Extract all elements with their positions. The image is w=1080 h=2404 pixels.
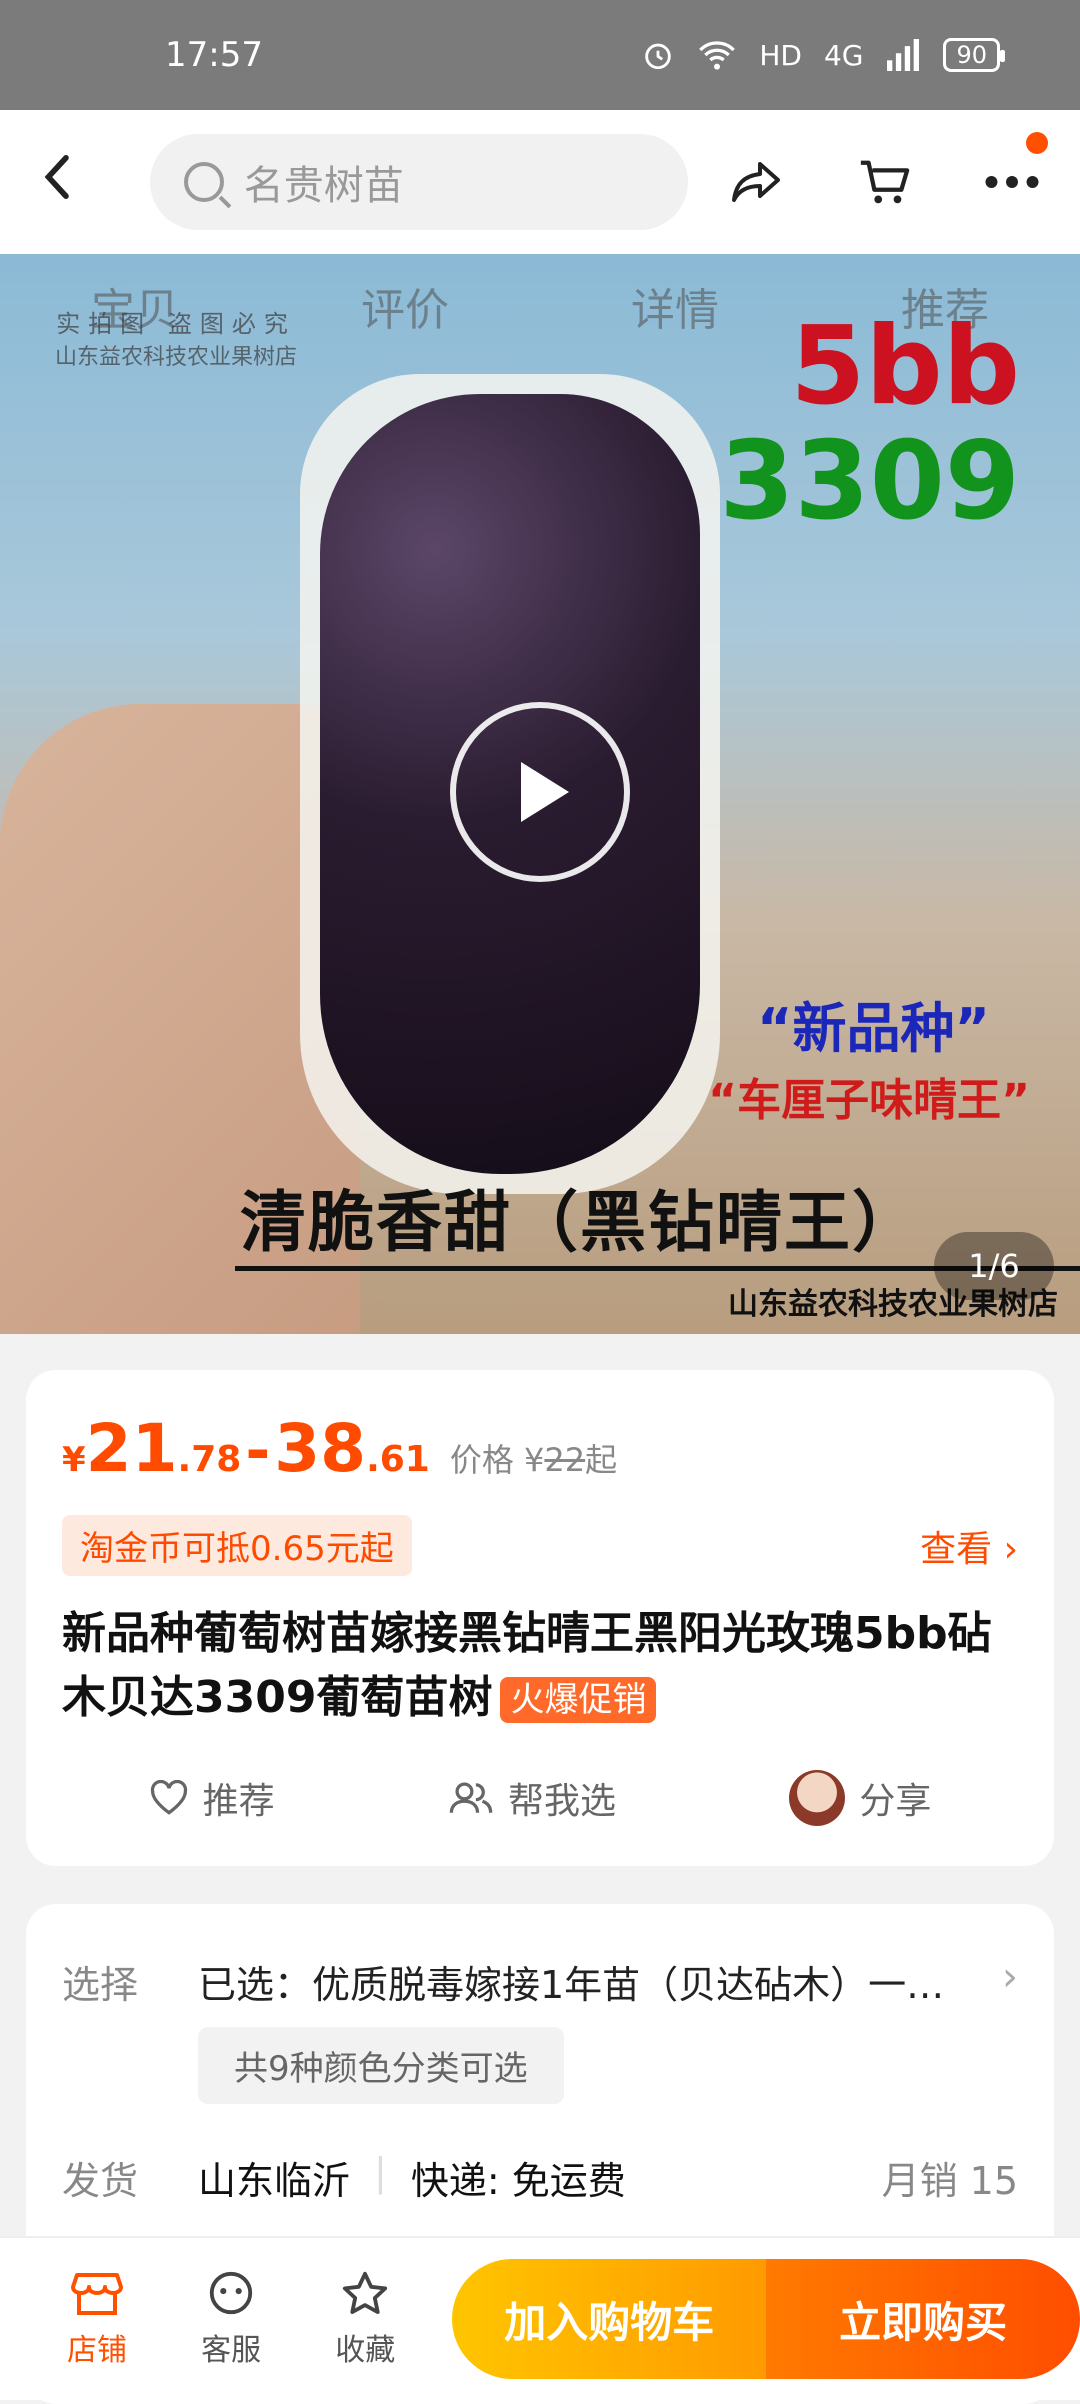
recommend-button[interactable]: 推荐 [149,1770,275,1826]
help-choose-label: 帮我选 [507,1781,616,1822]
search-placeholder: 名贵树苗 [243,163,404,209]
product-info-card: ¥ 21 .78 - 38 .61 价格 ¥22起 淘金币可抵0.65元起 查看… [26,1370,1054,1866]
status-icons: HD 4G 90 [641,38,1005,72]
price-dash: - [245,1416,271,1486]
hero-caption: 清脆香甜（黑钻晴王） [240,1184,920,1261]
chevron-left-icon [44,154,69,199]
status-time: 17:57 [165,35,263,75]
add-to-cart-button[interactable]: 加入购物车 [452,2259,767,2379]
share-label: 分享 [859,1781,932,1822]
monthly-sales: 月销 15 [881,2159,1018,2203]
product-title: 新品种葡萄树苗嫁接黑钻晴王黑阳光玫瑰5bb砧木贝达3309葡萄苗树 火爆促销 [62,1602,1018,1730]
price-row: ¥ 21 .78 - 38 .61 价格 ¥22起 [62,1410,1018,1487]
price-low-int: 21 [85,1410,178,1487]
cart-icon [860,160,910,204]
more-icon [985,176,1039,188]
view-offer-link[interactable]: 查看 › [920,1520,1018,1572]
watermark: 实拍图 盗图必究 山东益农科技农业果树店 [55,304,297,371]
price-high-dec: .61 [366,1439,430,1480]
shop-label: 店铺 [67,2333,128,2368]
hot-sale-badge: 火爆促销 [500,1677,657,1723]
price-low-dec: .78 [177,1439,242,1480]
search-input[interactable]: 名贵树苗 [149,134,688,230]
bottom-action-bar: 店铺 客服 收藏 加入购物车 立即购买 [0,2236,1080,2400]
share-product-button[interactable]: 分享 [789,1770,931,1826]
network-label: 4G [823,38,864,72]
alarm-icon [645,43,672,70]
shop-button[interactable]: 店铺 [30,2269,164,2369]
signal-icon [887,39,920,71]
recommend-label: 推荐 [202,1781,275,1822]
watermark-line1: 实拍图 盗图必究 [56,310,296,338]
play-icon [521,762,569,822]
hero-label-3309: 3309 [719,419,1020,544]
selected-variant: 已选：优质脱毒嫁接1年苗（贝达砧木）一… [198,1963,945,2007]
watermark-line2: 山东益农科技农业果树店 [55,345,298,370]
ship-method: 快递: 免运费 [410,2159,626,2203]
currency-symbol: ¥ [62,1440,86,1480]
divider: | [374,2150,387,2194]
battery-indicator: 90 [943,38,1005,72]
avatar [789,1770,846,1826]
select-label: 选择 [62,1963,139,2007]
original-price-value: 22 [544,1441,586,1479]
status-bar: 17:57 HD 4G 90 [0,0,1080,110]
product-actions: 推荐 帮我选 分享 [62,1770,1018,1826]
image-counter: 1/6 [934,1232,1054,1300]
service-label: 客服 [201,2333,262,2368]
buy-now-button[interactable]: 立即购买 [766,2259,1080,2379]
options-chip[interactable]: 共9种颜色分类可选 [198,2027,564,2104]
help-choose-button[interactable]: 帮我选 [448,1770,616,1826]
tab-details[interactable]: 详情 [631,274,719,338]
back-button[interactable] [40,150,120,215]
customer-service-button[interactable]: 客服 [164,2269,298,2369]
hero-label-5bb: 5bb [790,304,1020,429]
original-price-suffix: 起 [585,1441,618,1479]
original-price-label: 价格 ¥ [449,1441,545,1479]
chevron-right-icon: › [1002,1954,1018,2000]
purchase-buttons: 加入购物车 立即购买 [452,2259,1080,2379]
chat-face-icon [209,2271,253,2315]
people-icon [449,1782,493,1813]
favorite-label: 收藏 [335,2333,396,2368]
heart-icon [150,1780,187,1815]
favorite-button[interactable]: 收藏 [298,2269,432,2369]
shipping-row: 发货 山东临沂 | 快递: 免运费 月销 15 [62,2150,1018,2205]
wifi-icon [699,41,736,70]
notification-dot [1026,132,1048,154]
star-icon [343,2271,388,2314]
ship-label: 发货 [62,2159,139,2203]
select-row[interactable]: 选择 已选：优质脱毒嫁接1年苗（贝达砧木）一… › [62,1954,1018,2009]
play-video-button[interactable] [450,702,630,882]
share-icon [732,162,780,202]
coin-offer-badge: 淘金币可抵0.65元起 [62,1515,412,1576]
more-button[interactable] [984,132,1048,210]
price-high-int: 38 [274,1410,367,1487]
ship-from: 山东临沂 [198,2159,351,2203]
top-bar: 名贵树苗 [0,110,1080,254]
original-price: 价格 ¥22起 [450,1435,617,1481]
promo-row: 淘金币可抵0.65元起 查看 › [62,1515,1018,1576]
hero-new-variety: “新品种” [757,997,990,1060]
share-button[interactable] [728,154,784,210]
tab-reviews[interactable]: 评价 [361,274,449,338]
search-icon [183,162,224,202]
product-image-carousel[interactable]: 宝贝 评价 详情 推荐 实拍图 盗图必究 山东益农科技农业果树店 5bb 330… [0,254,1080,1334]
store-icon [71,2273,124,2315]
hd-badge: HD [759,38,802,72]
hero-flavor: “车厘子味晴王” [708,1075,1030,1126]
cart-button[interactable] [856,154,912,210]
